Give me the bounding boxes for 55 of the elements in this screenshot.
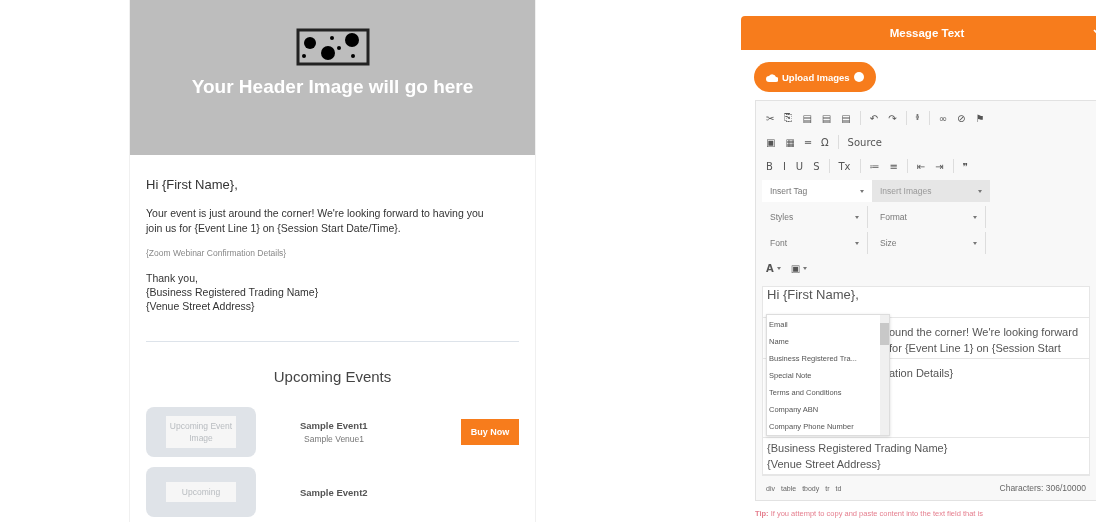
toolbar-button[interactable]: ▦: [781, 132, 799, 152]
signoff-line: {Venue Street Address}: [146, 299, 256, 313]
toolbar-button[interactable]: ≡: [885, 156, 902, 176]
signoff-line: Thank you,: [146, 271, 199, 285]
signoff-line: {Business Registered Trading Name}: [146, 285, 320, 299]
toolbar-button[interactable]: ═: [800, 132, 815, 152]
content-line: for {Event Line 1} on {Session Start: [889, 341, 1062, 356]
body-paragraph: Your event is just around the corner! We're looking forward to having you join us for {Event Line 1} on {Session Start Date/Time}.: [146, 206, 485, 236]
toolbar-button[interactable]: ⇥: [931, 156, 948, 176]
toolbar-button[interactable]: ▤: [837, 108, 855, 128]
event-venue: Sample Venue1: [303, 434, 365, 444]
toolbar-button[interactable]: I: [778, 156, 790, 176]
section-heading: Upcoming Events: [272, 368, 393, 385]
image-icon: [295, 28, 370, 66]
toolbar-button[interactable]: ▤: [798, 108, 816, 128]
toolbar-button[interactable]: ⎘: [780, 108, 797, 128]
cloud-upload-icon: [766, 72, 778, 82]
toolbar-button[interactable]: Ω: [816, 132, 833, 152]
greeting-text: Hi {First Name},: [146, 177, 239, 192]
dropdown-select[interactable]: Size: [872, 232, 986, 254]
panel-title: Message Text: [889, 27, 965, 39]
toolbar-button[interactable]: S: [809, 156, 824, 176]
toolbar-button[interactable]: Source: [843, 132, 886, 152]
toolbar-button[interactable]: ⚑: [971, 108, 989, 128]
zoom-details-text: {Zoom Webinar Confirmation Details}: [146, 248, 288, 258]
toolbar-button[interactable]: B: [762, 156, 777, 176]
toolbar-button[interactable]: ↷: [884, 108, 901, 128]
dropdown-select[interactable]: Styles: [762, 206, 868, 228]
toolbar-button[interactable]: ▤: [817, 108, 836, 128]
toolbar-button[interactable]: ⇤: [912, 156, 930, 176]
color-button[interactable]: A: [762, 258, 785, 278]
event-name: Sample Event2: [300, 486, 368, 498]
content-line: ation Details}: [889, 366, 955, 381]
toolbar-button[interactable]: ≔: [865, 156, 884, 176]
event-name: Sample Event1: [300, 420, 368, 431]
toolbar-button[interactable]: U: [791, 156, 808, 176]
toolbar-button[interactable]: Tx: [834, 156, 855, 176]
toolbar-button[interactable]: ❞: [958, 156, 973, 176]
toolbar-button[interactable]: ↶: [865, 108, 883, 128]
content-line: {Venue Street Address}: [767, 457, 882, 472]
toolbar-button[interactable]: ▣: [762, 132, 780, 152]
dropdown-select[interactable]: Insert Tag: [762, 180, 872, 202]
toolbar-button[interactable]: ᶲ: [911, 108, 924, 128]
content-line: ound the corner! We're looking forward: [889, 325, 1079, 340]
scrollbar[interactable]: [880, 315, 889, 435]
dropdown-select[interactable]: Format: [872, 206, 986, 228]
header-image-text: Your Header Image will go here: [191, 76, 474, 98]
color-button[interactable]: ▣: [786, 258, 812, 278]
content-line: {Business Registered Trading Name}: [767, 441, 949, 456]
toolbar-button[interactable]: ✂: [762, 108, 779, 128]
toolbar-button[interactable]: ∞: [934, 108, 951, 128]
toolbar-button[interactable]: ⊘: [953, 108, 970, 128]
character-count: Characters: 306/10000: [999, 483, 1086, 493]
dropdown-select[interactable]: Font: [762, 232, 868, 254]
content-line: Hi {First Name},: [767, 287, 860, 303]
